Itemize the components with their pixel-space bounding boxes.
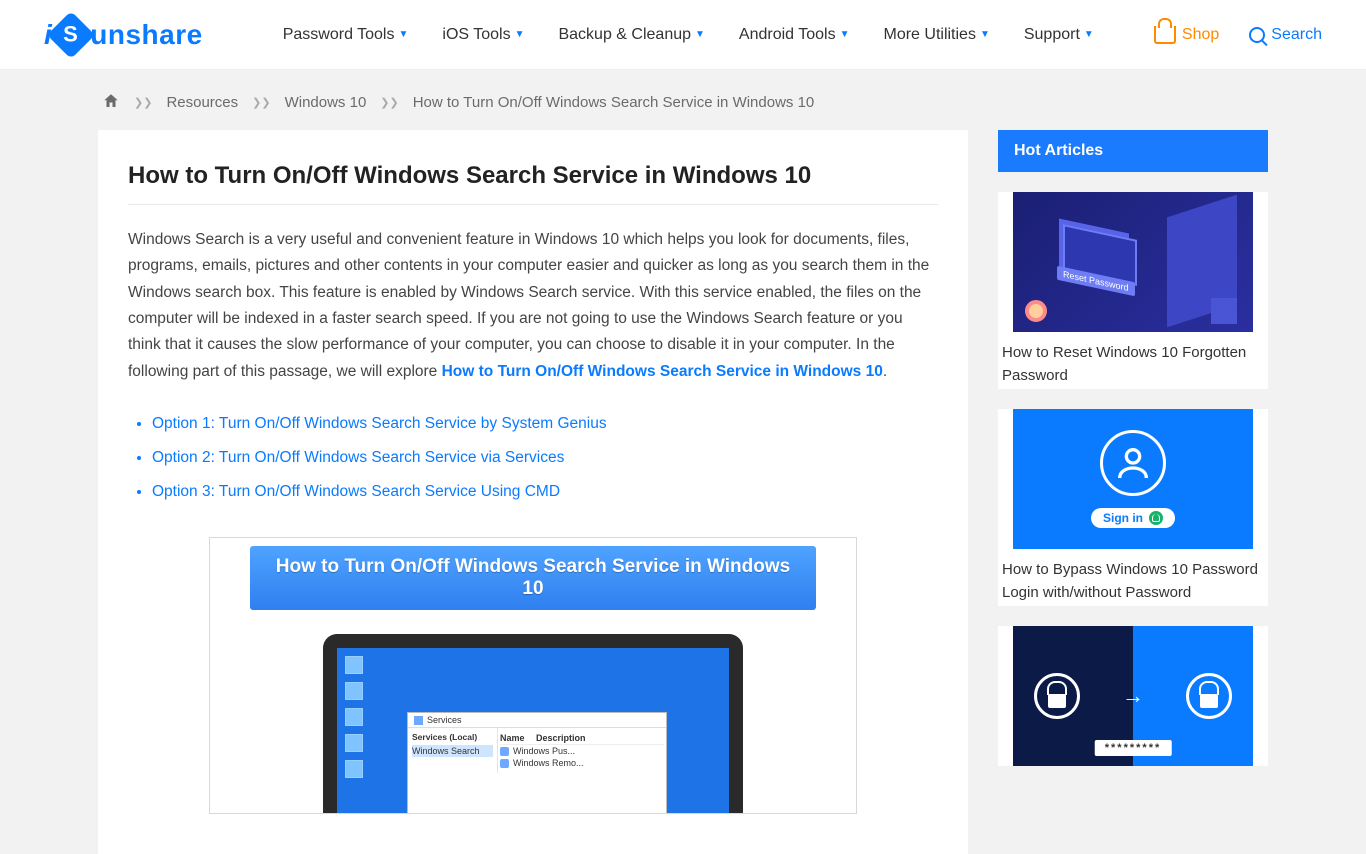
nav-backup-cleanup[interactable]: Backup & Cleanup ▼ — [558, 26, 704, 44]
avatar-icon — [1025, 300, 1047, 322]
laptop-illustration: Services Services (Local) Windows Search… — [323, 634, 743, 813]
chevron-down-icon: ▼ — [515, 29, 525, 40]
hot-article-title: How to Bypass Windows 10 Password Login … — [998, 549, 1268, 606]
password-masked: ********* — [1095, 740, 1172, 756]
gear-icon — [500, 747, 509, 756]
chevron-down-icon: ▼ — [840, 29, 850, 40]
desktop-icon — [345, 708, 363, 726]
cart-icon — [1154, 26, 1176, 44]
chevron-down-icon: ▼ — [1084, 29, 1094, 40]
option-link-2[interactable]: Option 2: Turn On/Off Windows Search Ser… — [152, 441, 938, 475]
home-icon — [102, 92, 120, 108]
sidebar: Hot Articles Reset Password How to Reset… — [998, 130, 1268, 766]
hot-article-1[interactable]: Reset Password How to Reset Windows 10 F… — [998, 192, 1268, 389]
chevron-right-icon: ❯❯ — [252, 96, 270, 109]
nav-password-tools[interactable]: Password Tools ▼ — [283, 26, 409, 44]
article-title: How to Turn On/Off Windows Search Servic… — [128, 162, 938, 205]
chevron-right-icon: ❯❯ — [380, 96, 398, 109]
services-titlebar: Services — [408, 713, 666, 728]
shop-link[interactable]: Shop — [1154, 26, 1219, 44]
lock-icon — [1034, 673, 1080, 719]
breadcrumb-resources[interactable]: Resources — [166, 94, 238, 111]
services-row: Windows Pus... — [500, 745, 664, 757]
lock-icon — [1186, 673, 1232, 719]
option-link-3[interactable]: Option 3: Turn On/Off Windows Search Ser… — [152, 475, 938, 509]
option-link-1[interactable]: Option 1: Turn On/Off Windows Search Ser… — [152, 407, 938, 441]
primary-nav: Password Tools ▼ iOS Tools ▼ Backup & Cl… — [283, 26, 1154, 44]
chevron-down-icon: ▼ — [398, 29, 408, 40]
nav-ios-tools[interactable]: iOS Tools ▼ — [442, 26, 524, 44]
thumbnail-signin: Sign in — [1013, 409, 1253, 549]
option-list: Option 1: Turn On/Off Windows Search Ser… — [152, 407, 938, 509]
thumbnail-lock: → ********* — [1013, 626, 1253, 766]
services-selected: Windows Search — [412, 745, 493, 757]
breadcrumb-current: How to Turn On/Off Windows Search Servic… — [413, 94, 815, 111]
chevron-right-icon: ❯❯ — [134, 96, 152, 109]
intro-inline-link[interactable]: How to Turn On/Off Windows Search Servic… — [442, 363, 883, 380]
search-icon — [1249, 27, 1265, 43]
services-window: Services Services (Local) Windows Search… — [407, 712, 667, 813]
hero-banner: How to Turn On/Off Windows Search Servic… — [250, 546, 816, 610]
nav-support[interactable]: Support ▼ — [1024, 26, 1094, 44]
user-icon — [1100, 430, 1166, 496]
hot-article-2[interactable]: Sign in How to Bypass Windows 10 Passwor… — [998, 409, 1268, 606]
arrow-right-icon: → — [1122, 683, 1144, 709]
desktop-icon — [345, 682, 363, 700]
breadcrumb-windows-10[interactable]: Windows 10 — [285, 94, 367, 111]
search-link[interactable]: Search — [1249, 26, 1322, 44]
signin-button-graphic: Sign in — [1091, 508, 1175, 528]
nav-android-tools[interactable]: Android Tools ▼ — [739, 26, 850, 44]
hot-article-3[interactable]: → ********* — [998, 626, 1268, 766]
logo-mark-icon: S — [47, 10, 95, 58]
sidebar-heading: Hot Articles — [998, 130, 1268, 172]
chevron-down-icon: ▼ — [695, 29, 705, 40]
header-tools: Shop Search — [1154, 26, 1322, 44]
desktop-icon — [345, 656, 363, 674]
breadcrumb: ❯❯ Resources ❯❯ Windows 10 ❯❯ How to Tur… — [98, 70, 1268, 130]
hero-image: How to Turn On/Off Windows Search Servic… — [209, 537, 857, 814]
desktop-icon — [345, 760, 363, 778]
breadcrumb-home[interactable] — [102, 92, 120, 112]
article: How to Turn On/Off Windows Search Servic… — [98, 130, 968, 854]
nav-more-utilities[interactable]: More Utilities ▼ — [883, 26, 989, 44]
lock-icon — [1149, 511, 1163, 525]
chevron-down-icon: ▼ — [980, 29, 990, 40]
gear-icon — [500, 759, 509, 768]
article-intro: Windows Search is a very useful and conv… — [128, 227, 938, 385]
logo[interactable]: i S unshare — [44, 18, 203, 52]
thumbnail-reset-password: Reset Password — [1013, 192, 1253, 332]
desktop-icon — [345, 734, 363, 752]
top-bar: i S unshare Password Tools ▼ iOS Tools ▼… — [0, 0, 1366, 70]
hot-article-title: How to Reset Windows 10 Forgotten Passwo… — [998, 332, 1268, 389]
logo-suffix: unshare — [90, 19, 202, 51]
